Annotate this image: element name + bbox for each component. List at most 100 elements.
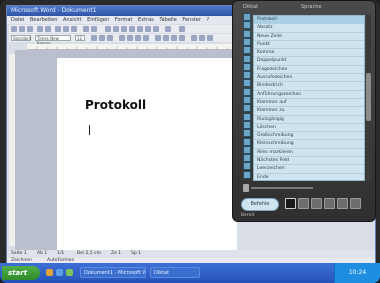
desktop-icon[interactable]	[56, 269, 63, 276]
list-item[interactable]: Leerzeichen	[254, 165, 364, 174]
drawing-icon[interactable]	[137, 26, 143, 32]
bold-icon[interactable]	[91, 35, 97, 41]
scrollbar-thumb[interactable]	[366, 73, 371, 121]
menu-item[interactable]: Tabelle	[159, 16, 176, 24]
panel-tab[interactable]	[243, 79, 251, 88]
record-icon[interactable]	[298, 198, 309, 209]
media-icon[interactable]	[66, 269, 73, 276]
list-item[interactable]: Klammer auf	[254, 99, 364, 108]
font-color-icon[interactable]	[207, 35, 213, 41]
redo-icon[interactable]	[91, 26, 97, 32]
panel-tab[interactable]	[243, 104, 251, 113]
highlight-icon[interactable]	[199, 35, 205, 41]
panel-tab[interactable]	[243, 46, 251, 55]
menu-item[interactable]: Extras	[138, 16, 154, 24]
options-icon[interactable]	[337, 198, 348, 209]
undo-icon[interactable]	[83, 26, 89, 32]
panel-tab[interactable]	[243, 37, 251, 46]
paste-icon[interactable]	[71, 26, 77, 32]
list-scrollbar[interactable]	[366, 15, 371, 181]
commands-button[interactable]: Befehle	[241, 198, 279, 211]
browser-icon[interactable]	[46, 269, 53, 276]
font-size-select[interactable]: 12	[75, 35, 85, 41]
list-item[interactable]: Großschreibung	[254, 132, 364, 141]
list-item[interactable]: Klammer zu	[254, 107, 364, 116]
list-item[interactable]: Löschen	[254, 124, 364, 133]
list-item[interactable]: Punkt	[254, 41, 364, 50]
table-icon[interactable]	[113, 26, 119, 32]
font-select[interactable]: Times New Roman	[35, 35, 71, 46]
list-item[interactable]: Absatz	[254, 24, 364, 33]
document-page[interactable]: Protokoll	[57, 58, 237, 250]
taskbar-button-word[interactable]: Dokument1 - Microsoft Word	[80, 267, 146, 278]
list-item[interactable]: Kleinschreibung	[254, 140, 364, 149]
list-item[interactable]: Rückgängig	[254, 116, 364, 124]
panel-header[interactable]: Diktat Sprache	[239, 3, 371, 11]
list-item[interactable]: Nächstes Feld	[254, 157, 364, 166]
numbering-icon[interactable]	[155, 35, 161, 41]
panel-tab[interactable]	[243, 62, 251, 71]
panel-tab[interactable]	[243, 162, 251, 171]
excel-icon[interactable]	[121, 26, 127, 32]
panel-tab[interactable]	[243, 112, 251, 121]
menu-item[interactable]: ?	[207, 16, 210, 24]
border-icon[interactable]	[191, 35, 197, 41]
list-item[interactable]: Bindestrich	[254, 82, 364, 91]
menu-item[interactable]: Einfügen	[87, 16, 109, 24]
bullets-icon[interactable]	[163, 35, 169, 41]
list-item[interactable]: Anführungszeichen	[254, 91, 364, 99]
list-item[interactable]: Ende	[254, 174, 364, 180]
menu-item[interactable]: Datei	[11, 16, 24, 24]
panel-tab[interactable]	[243, 21, 251, 30]
menu-item[interactable]: Format	[115, 16, 133, 24]
menu-item[interactable]: Ansicht	[63, 16, 81, 24]
panel-tab[interactable]	[243, 96, 251, 104]
help-icon[interactable]	[350, 198, 361, 209]
taskbar-button-dictation[interactable]: Diktat	[150, 267, 200, 278]
panel-tab[interactable]	[243, 87, 251, 96]
cut-icon[interactable]	[55, 26, 61, 32]
document-map-icon[interactable]	[145, 26, 151, 32]
panel-tab[interactable]	[243, 120, 251, 129]
new-document-icon[interactable]	[11, 26, 17, 32]
panel-tab[interactable]	[243, 13, 251, 21]
panel-tab[interactable]	[243, 137, 251, 146]
list-item[interactable]: Alles markieren	[254, 149, 364, 158]
list-item[interactable]: Neue Zeile	[254, 33, 364, 41]
list-item[interactable]: Fragezeichen	[254, 66, 364, 75]
volume-slider-knob[interactable]	[243, 184, 249, 192]
justify-icon[interactable]	[143, 35, 149, 41]
microphone-icon[interactable]	[285, 198, 296, 209]
save-icon[interactable]	[27, 26, 33, 32]
open-folder-icon[interactable]	[19, 26, 25, 32]
increase-indent-icon[interactable]	[179, 35, 185, 41]
panel-tab[interactable]	[243, 71, 251, 80]
menu-item[interactable]: Fenster	[182, 16, 201, 24]
align-left-icon[interactable]	[119, 35, 125, 41]
panel-tab[interactable]	[243, 29, 251, 38]
panel-tab[interactable]	[243, 129, 251, 138]
underline-icon[interactable]	[107, 35, 113, 41]
stop-icon[interactable]	[311, 198, 322, 209]
copy-icon[interactable]	[63, 26, 69, 32]
menu-item[interactable]: Bearbeiten	[30, 16, 57, 24]
print-preview-icon[interactable]	[45, 26, 51, 32]
paragraph-marks-icon[interactable]	[153, 26, 159, 32]
help-icon[interactable]	[179, 26, 185, 32]
command-list[interactable]: Protokoll Absatz Neue Zeile Punkt Komma Doppe…	[253, 15, 365, 181]
decrease-indent-icon[interactable]	[171, 35, 177, 41]
hyperlink-icon[interactable]	[105, 26, 111, 32]
panel-tab[interactable]	[243, 154, 251, 163]
align-center-icon[interactable]	[127, 35, 133, 41]
list-item[interactable]: Doppelpunkt	[254, 57, 364, 66]
start-button[interactable]: start	[2, 266, 40, 280]
volume-slider-track[interactable]	[251, 187, 313, 189]
italic-icon[interactable]	[99, 35, 105, 41]
zoom-icon[interactable]	[165, 26, 171, 32]
panel-tab[interactable]	[243, 54, 251, 63]
list-item[interactable]: Protokoll	[254, 16, 364, 25]
print-icon[interactable]	[37, 26, 43, 32]
list-item[interactable]: Ausrufezeichen	[254, 74, 364, 83]
align-right-icon[interactable]	[135, 35, 141, 41]
style-select[interactable]: Standard	[11, 35, 31, 41]
